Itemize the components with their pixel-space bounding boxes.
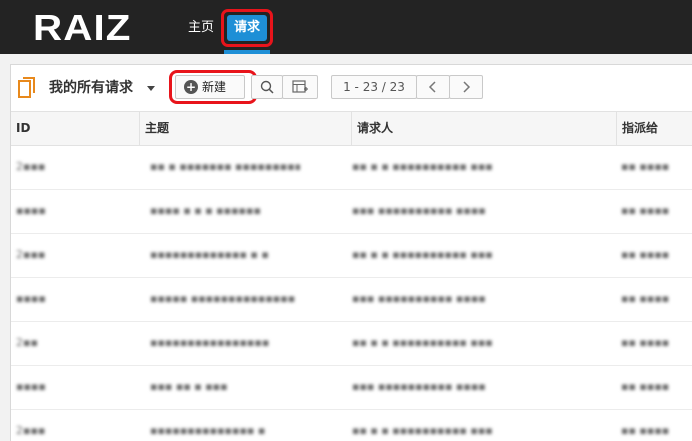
table-row[interactable]: ▪▪▪▪ ▪▪▪▪▪ ▪▪▪▪▪▪▪▪▪▪▪▪▪▪ ▪▪▪ ▪▪▪▪▪▪▪▪▪▪… [11,278,692,322]
cell-requester: ▪▪▪ ▪▪▪▪▪▪▪▪▪▪ ▪▪▪▪ [352,382,486,392]
new-button-highlight: + 新建 [169,70,257,104]
cell-assignee: ▪▪ ▪▪▪▪ [621,162,670,172]
cell-assignee: ▪▪ ▪▪▪▪ [621,338,670,348]
cell-id: ▪▪▪▪ [16,294,46,304]
column-header-id[interactable]: ID [11,112,140,145]
table-row[interactable]: ▪▪▪▪ ▪▪▪ ▪▪ ▪ ▪▪▪ ▪▪▪ ▪▪▪▪▪▪▪▪▪▪ ▪▪▪▪ ▪▪… [11,366,692,410]
nav-home[interactable]: 主页 [185,15,217,41]
search-button[interactable] [251,75,283,99]
plus-circle-icon: + [184,80,198,94]
pagination-range: 1 - 23 / 23 [331,75,417,99]
view-selector[interactable]: 我的所有请求 [49,77,133,99]
cell-subject[interactable]: ▪▪▪▪▪▪▪▪▪▪▪▪▪ ▪ ▪ [150,250,300,260]
table-row[interactable]: 2▪▪▪ ▪▪▪▪▪▪▪▪▪▪▪▪▪ ▪ ▪ ▪▪ ▪ ▪ ▪▪▪▪▪▪▪▪▪▪… [11,234,692,278]
cell-requester: ▪▪▪ ▪▪▪▪▪▪▪▪▪▪ ▪▪▪▪ [352,206,486,216]
cell-requester: ▪▪ ▪ ▪ ▪▪▪▪▪▪▪▪▪▪ ▪▪▪ [352,426,493,436]
cell-assignee: ▪▪ ▪▪▪▪ [621,206,670,216]
caret-down-icon[interactable] [147,86,155,91]
cell-id: 2▪▪ [16,338,38,348]
top-navigation-bar: RAIZ 主页 请求 [0,0,692,54]
cell-id: 2▪▪▪ [16,250,46,260]
cell-subject[interactable]: ▪▪▪▪▪ ▪▪▪▪▪▪▪▪▪▪▪▪▪▪ [150,294,300,304]
document-icon [18,77,35,98]
table-row[interactable]: ▪▪▪▪ ▪▪▪▪ ▪ ▪ ▪ ▪▪▪▪▪▪ ▪▪▪ ▪▪▪▪▪▪▪▪▪▪ ▪▪… [11,190,692,234]
chevron-left-icon [428,81,436,93]
new-button-label: 新建 [202,80,227,94]
cell-requester: ▪▪ ▪ ▪ ▪▪▪▪▪▪▪▪▪▪ ▪▪▪ [352,250,493,260]
cell-assignee: ▪▪ ▪▪▪▪ [621,426,670,436]
next-page-button[interactable] [449,75,483,99]
cell-id: ▪▪▪▪ [16,206,46,216]
nav-requests[interactable]: 请求 [227,15,267,41]
list-toolbar: 我的所有请求 + 新建 1 - 23 / 23 [11,65,692,111]
column-header-requester[interactable]: 请求人 [352,112,617,145]
cell-requester: ▪▪ ▪ ▪ ▪▪▪▪▪▪▪▪▪▪ ▪▪▪ [352,162,493,172]
columns-button[interactable] [282,75,318,99]
cell-subject[interactable]: ▪▪ ▪ ▪▪▪▪▪▪▪ ▪▪▪▪▪▪▪▪▪▪ [150,162,300,172]
requests-panel: 我的所有请求 + 新建 1 - 23 / 23 ID 主题 请求人 指派给 2▪… [10,64,692,441]
cell-requester: ▪▪ ▪ ▪ ▪▪▪▪▪▪▪▪▪▪ ▪▪▪ [352,338,493,348]
new-request-button[interactable]: + 新建 [175,75,245,99]
column-header-assignee[interactable]: 指派给 [617,112,692,145]
content-area: 我的所有请求 + 新建 1 - 23 / 23 ID 主题 请求人 指派给 2▪… [0,54,692,441]
table-row[interactable]: 2▪▪▪ ▪▪▪▪▪▪▪▪▪▪▪▪▪▪ ▪ ▪▪ ▪ ▪ ▪▪▪▪▪▪▪▪▪▪ … [11,410,692,441]
cell-subject[interactable]: ▪▪▪ ▪▪ ▪ ▪▪▪ [150,382,300,392]
table-row[interactable]: 2▪▪▪ ▪▪ ▪ ▪▪▪▪▪▪▪ ▪▪▪▪▪▪▪▪▪▪ ▪▪ ▪ ▪ ▪▪▪▪… [11,146,692,190]
column-header-subject[interactable]: 主题 [140,112,352,145]
nav-requests-highlight: 请求 [221,9,273,47]
cell-requester: ▪▪▪ ▪▪▪▪▪▪▪▪▪▪ ▪▪▪▪ [352,294,486,304]
previous-page-button[interactable] [416,75,450,99]
cell-assignee: ▪▪ ▪▪▪▪ [621,294,670,304]
table-header: ID 主题 请求人 指派给 [11,111,692,146]
chevron-right-icon [463,81,471,93]
app-logo[interactable]: RAIZ [33,10,132,46]
cell-subject[interactable]: ▪▪▪▪▪▪▪▪▪▪▪▪▪▪▪▪ [150,338,300,348]
table-row[interactable]: 2▪▪ ▪▪▪▪▪▪▪▪▪▪▪▪▪▪▪▪ ▪▪ ▪ ▪ ▪▪▪▪▪▪▪▪▪▪ ▪… [11,322,692,366]
columns-icon [292,80,308,93]
cell-id: 2▪▪▪ [16,162,46,172]
cell-assignee: ▪▪ ▪▪▪▪ [621,382,670,392]
cell-subject[interactable]: ▪▪▪▪ ▪ ▪ ▪ ▪▪▪▪▪▪ [150,206,300,216]
cell-subject[interactable]: ▪▪▪▪▪▪▪▪▪▪▪▪▪▪ ▪ [150,426,300,436]
cell-assignee: ▪▪ ▪▪▪▪ [621,250,670,260]
search-icon [260,80,274,94]
cell-id: 2▪▪▪ [16,426,46,436]
cell-id: ▪▪▪▪ [16,382,46,392]
